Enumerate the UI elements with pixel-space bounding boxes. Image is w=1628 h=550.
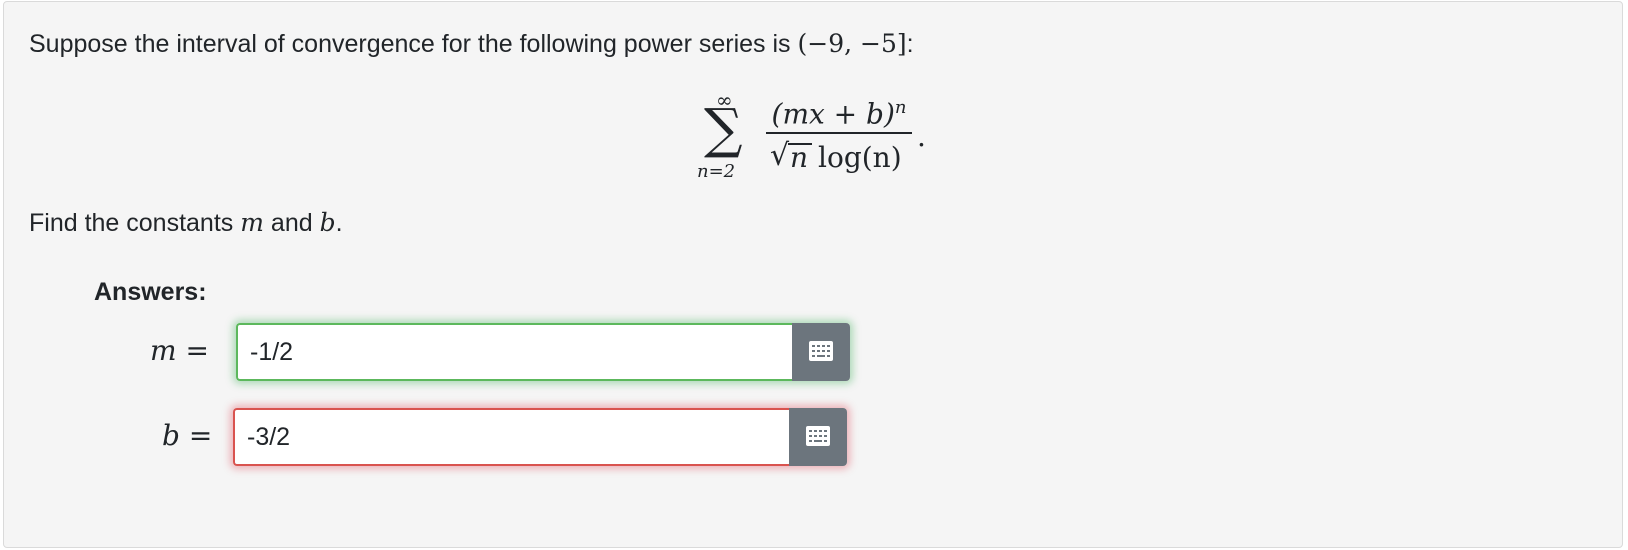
- find-var-b: b: [319, 208, 336, 237]
- fraction-bar: [766, 132, 912, 134]
- log-term: log(n): [818, 141, 902, 174]
- problem-statement: Suppose the interval of convergence for …: [29, 28, 914, 60]
- problem-colon: :: [906, 30, 914, 58]
- keypad-grid-icon: [809, 340, 833, 364]
- m-answer-label: m =: [150, 333, 209, 369]
- equation-period: .: [917, 120, 926, 153]
- numerator-base: (mx + b): [771, 97, 895, 131]
- problem-card: Suppose the interval of convergence for …: [3, 1, 1623, 548]
- m-answer-group: [236, 323, 850, 381]
- b-var: b: [162, 419, 180, 452]
- interval-of-convergence: (−9, −5]: [797, 29, 907, 58]
- find-var-m: m: [240, 208, 264, 237]
- sqrt-sign: √: [770, 138, 790, 173]
- sqrt-argument: n: [790, 141, 809, 174]
- sum-lower-limit: n=2: [697, 161, 736, 182]
- find-and: and: [270, 209, 313, 237]
- m-equals: =: [185, 334, 209, 367]
- find-prefix: Find the constants: [29, 209, 234, 237]
- b-keypad-button[interactable]: [789, 408, 847, 466]
- find-constants-text: Find the constants m and b.: [29, 207, 343, 239]
- answers-heading: Answers:: [94, 278, 207, 306]
- b-equals: =: [188, 419, 213, 452]
- b-answer-group: [233, 408, 847, 466]
- m-keypad-button[interactable]: [792, 323, 850, 381]
- find-end: .: [335, 209, 343, 237]
- b-answer-label: b =: [162, 418, 212, 454]
- keypad-grid-icon: [806, 425, 830, 449]
- m-answer-input[interactable]: [236, 323, 792, 381]
- power-series-equation: ∞ ∑ n=2 (mx + b)n √ n log(n) .: [697, 90, 934, 190]
- m-var: m: [150, 334, 177, 367]
- numerator-exponent: n: [894, 97, 907, 118]
- series-numerator: (mx + b)n: [769, 90, 909, 132]
- problem-intro: Suppose the interval of convergence for …: [29, 30, 791, 58]
- summation-sign: ∑: [704, 97, 743, 160]
- b-answer-input[interactable]: [233, 408, 789, 466]
